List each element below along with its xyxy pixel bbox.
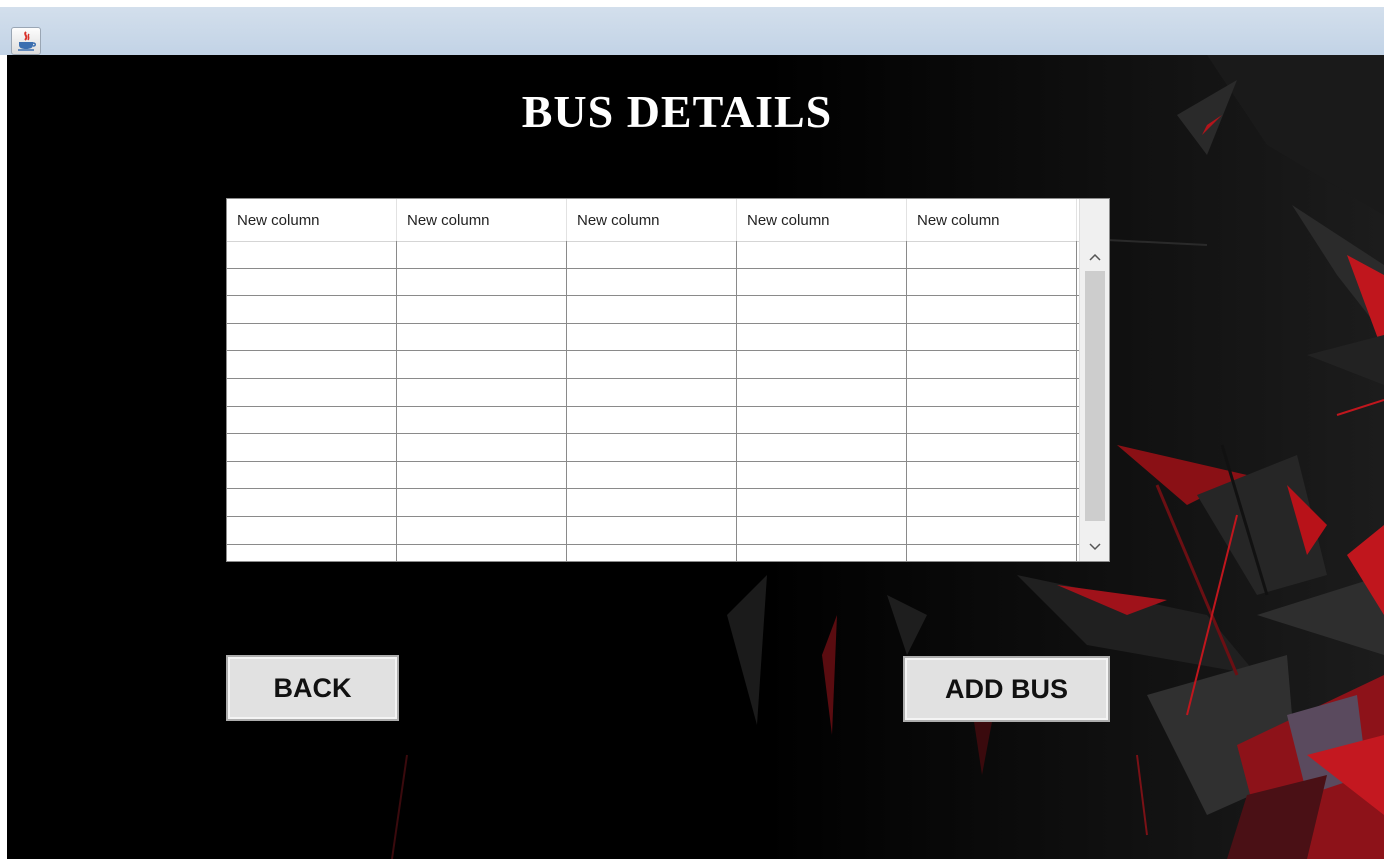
table-cell[interactable] [397, 241, 567, 268]
table-cell[interactable] [907, 406, 1077, 434]
page-title: BUS DETAILS [521, 86, 833, 137]
table-cell[interactable] [737, 296, 907, 323]
table-row[interactable] [227, 378, 1079, 407]
table-cell[interactable] [737, 516, 907, 544]
table-cell[interactable] [737, 406, 907, 434]
table-cell[interactable] [737, 434, 907, 461]
table-cell[interactable] [397, 544, 567, 561]
scroll-up-arrow-icon[interactable] [1080, 241, 1109, 271]
table-cell[interactable] [227, 378, 397, 406]
table-cell[interactable] [567, 461, 737, 489]
column-header[interactable]: New column [397, 199, 567, 241]
table-cell[interactable] [737, 351, 907, 378]
java-icon[interactable] [11, 27, 41, 55]
table-cell[interactable] [227, 461, 397, 489]
table-cell[interactable] [737, 268, 907, 296]
table-cell[interactable] [397, 296, 567, 323]
header-corner [1079, 199, 1109, 241]
table-cell[interactable] [737, 544, 907, 561]
table-cell[interactable] [907, 434, 1077, 461]
table-cell[interactable] [397, 323, 567, 351]
table-cell[interactable] [227, 434, 397, 461]
table-cell[interactable] [567, 516, 737, 544]
table-cell[interactable] [907, 516, 1077, 544]
table-cell[interactable] [567, 489, 737, 516]
table-row[interactable] [227, 351, 1079, 379]
table-cell[interactable] [907, 489, 1077, 516]
table-cell[interactable] [907, 323, 1077, 351]
column-header[interactable]: New column [567, 199, 737, 241]
window-titlebar [0, 0, 1384, 55]
table-cell[interactable] [907, 544, 1077, 561]
table-cell[interactable] [397, 516, 567, 544]
table-row[interactable] [227, 406, 1079, 435]
table-cell[interactable] [397, 378, 567, 406]
table-cell[interactable] [907, 268, 1077, 296]
table-cell[interactable] [567, 351, 737, 378]
table-cell[interactable] [567, 378, 737, 406]
table-cell[interactable] [397, 406, 567, 434]
back-button[interactable]: BACK [226, 655, 399, 721]
column-header[interactable]: New column [737, 199, 907, 241]
add-bus-button[interactable]: ADD BUS [903, 656, 1110, 722]
table-cell[interactable] [397, 489, 567, 516]
table-cell[interactable] [567, 296, 737, 323]
table-cell[interactable] [737, 323, 907, 351]
table-cell[interactable] [567, 544, 737, 561]
table-row[interactable] [227, 516, 1079, 545]
table-cell[interactable] [227, 241, 397, 268]
table-cell[interactable] [227, 268, 397, 296]
table-cell[interactable] [567, 406, 737, 434]
table-row[interactable] [227, 544, 1079, 561]
table-cell[interactable] [227, 323, 397, 351]
table-cell[interactable] [397, 268, 567, 296]
table-cell[interactable] [397, 434, 567, 461]
table-row[interactable] [227, 434, 1079, 462]
table-row[interactable] [227, 489, 1079, 517]
app-content: BUS DETAILS New column New column New co… [7, 55, 1384, 859]
table-body [227, 241, 1079, 561]
table-cell[interactable] [227, 296, 397, 323]
table-cell[interactable] [227, 544, 397, 561]
table-header: New column New column New column New col… [227, 199, 1079, 242]
table-row[interactable] [227, 461, 1079, 490]
table-cell[interactable] [737, 489, 907, 516]
table-cell[interactable] [907, 241, 1077, 268]
table-cell[interactable] [397, 351, 567, 378]
bus-table[interactable]: New column New column New column New col… [226, 198, 1110, 562]
table-cell[interactable] [907, 378, 1077, 406]
table-cell[interactable] [907, 351, 1077, 378]
table-cell[interactable] [907, 461, 1077, 489]
table-cell[interactable] [567, 434, 737, 461]
table-cell[interactable] [737, 461, 907, 489]
table-cell[interactable] [227, 406, 397, 434]
table-row[interactable] [227, 296, 1079, 324]
table-cell[interactable] [397, 461, 567, 489]
scroll-thumb[interactable] [1085, 271, 1105, 521]
table-cell[interactable] [227, 351, 397, 378]
vertical-scrollbar[interactable] [1079, 241, 1109, 561]
table-cell[interactable] [737, 378, 907, 406]
table-cell[interactable] [567, 241, 737, 268]
table-cell[interactable] [567, 323, 737, 351]
table-cell[interactable] [227, 489, 397, 516]
column-header[interactable]: New column [227, 199, 397, 241]
table-row[interactable] [227, 323, 1079, 352]
table-cell[interactable] [227, 516, 397, 544]
table-cell[interactable] [567, 268, 737, 296]
table-row[interactable] [227, 268, 1079, 297]
column-header[interactable]: New column [907, 199, 1077, 241]
scroll-down-arrow-icon[interactable] [1080, 531, 1109, 561]
table-cell[interactable] [737, 241, 907, 268]
table-row[interactable] [227, 241, 1079, 269]
table-cell[interactable] [907, 296, 1077, 323]
